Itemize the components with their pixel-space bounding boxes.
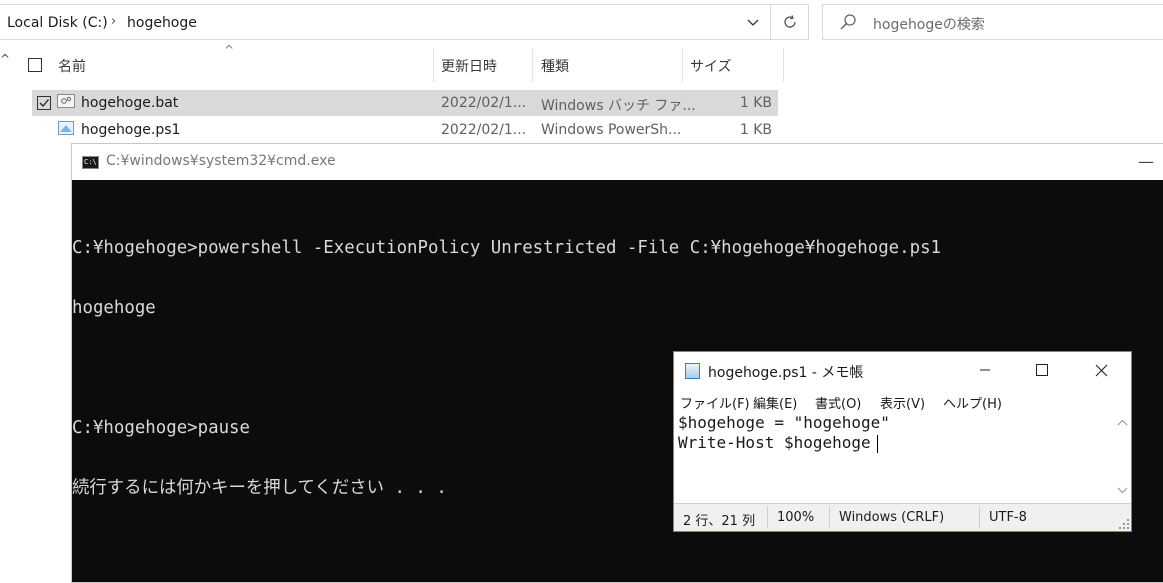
search-input[interactable]: hogehogeの検索	[822, 4, 1163, 40]
breadcrumb-root[interactable]: Local Disk (C:)	[7, 15, 108, 31]
console-line: hogehoge	[72, 298, 156, 318]
file-size: 1 KB	[739, 95, 772, 111]
status-divider	[979, 506, 980, 528]
file-row[interactable]: hogehoge.bat 2022/02/1... Windows バッチ ファ…	[32, 90, 778, 116]
close-button[interactable]	[1072, 352, 1130, 388]
minimize-icon[interactable]: —	[1138, 152, 1154, 171]
menu-file[interactable]: ファイル(F)	[680, 393, 750, 412]
search-icon	[839, 13, 857, 35]
menu-help[interactable]: ヘルプ(H)	[943, 393, 1002, 412]
column-header-size[interactable]: サイズ	[690, 56, 732, 76]
scroll-down-icon[interactable]	[1117, 487, 1128, 494]
minimize-button[interactable]	[956, 352, 1014, 388]
row-checkbox[interactable]	[37, 96, 51, 110]
status-divider	[829, 506, 830, 528]
column-header-row: 名前 更新日時 種類 サイズ	[0, 48, 784, 82]
column-divider[interactable]	[783, 48, 784, 82]
editor-line: $hogehoge = "hogehoge"	[678, 413, 890, 432]
column-header-date[interactable]: 更新日時	[441, 56, 497, 76]
file-date: 2022/02/1...	[441, 122, 527, 138]
status-line-ending: Windows (CRLF)	[839, 510, 945, 525]
maximize-button[interactable]	[1013, 352, 1071, 388]
notepad-text-area[interactable]: $hogehoge = "hogehoge" Write-Host $hogeh…	[674, 413, 1114, 503]
menu-format[interactable]: 書式(O)	[815, 393, 861, 412]
file-row[interactable]: hogehoge.ps1 2022/02/1... Windows PowerS…	[32, 117, 778, 143]
resize-grip-icon[interactable]	[1119, 519, 1129, 529]
breadcrumb-separator-icon[interactable]: ›	[111, 14, 116, 29]
column-divider[interactable]	[532, 48, 533, 82]
status-encoding: UTF-8	[989, 510, 1027, 525]
notepad-icon	[685, 363, 700, 379]
scroll-up-icon[interactable]	[1117, 419, 1128, 426]
cmd-window-title: C:¥windows¥system32¥cmd.exe	[106, 153, 336, 169]
file-date: 2022/02/1...	[441, 95, 527, 111]
status-cursor-position: 2 行、21 列	[683, 514, 756, 529]
status-zoom: 100%	[777, 510, 815, 525]
cmd-icon: C:\	[82, 156, 99, 169]
column-divider[interactable]	[682, 48, 683, 82]
console-line: C:¥hogehoge>powershell -ExecutionPolicy …	[72, 238, 942, 258]
column-header-type[interactable]: 種類	[541, 56, 569, 76]
column-header-name[interactable]: 名前	[58, 56, 86, 76]
address-bar[interactable]: Local Disk (C:) › hogehoge	[0, 4, 809, 40]
chevron-down-icon[interactable]	[739, 10, 767, 36]
text-caret	[877, 435, 878, 453]
refresh-icon	[784, 15, 796, 28]
close-icon	[1095, 364, 1107, 376]
column-divider[interactable]	[433, 48, 434, 82]
select-all-checkbox[interactable]	[28, 58, 42, 72]
menu-edit[interactable]: 編集(E)	[753, 393, 797, 412]
file-name[interactable]: hogehoge.ps1	[81, 122, 180, 138]
notepad-statusbar: 2 行、21 列 100% Windows (CRLF) UTF-8	[674, 503, 1131, 531]
vertical-scrollbar[interactable]	[1114, 413, 1131, 503]
file-type: Windows バッチ ファ...	[541, 98, 696, 114]
file-size: 1 KB	[739, 122, 772, 138]
notepad-title: hogehoge.ps1 - メモ帳	[708, 365, 864, 381]
maximize-icon	[1036, 364, 1048, 376]
file-type: Windows PowerSh...	[541, 122, 682, 138]
editor-line: Write-Host $hogehoge	[678, 433, 871, 452]
search-placeholder: hogehogeの検索	[873, 17, 985, 33]
breadcrumb-folder[interactable]: hogehoge	[127, 15, 197, 31]
file-name[interactable]: hogehoge.bat	[81, 95, 178, 111]
notepad-menubar: ファイル(F) 編集(E) 書式(O) 表示(V) ヘルプ(H)	[674, 391, 1131, 413]
batch-file-icon	[57, 94, 75, 114]
refresh-button[interactable]	[770, 5, 809, 39]
notepad-window[interactable]: hogehoge.ps1 - メモ帳 ファイル(F) 編集(E) 書式(O) 表…	[673, 351, 1132, 532]
minimize-icon	[980, 369, 990, 371]
status-divider	[767, 506, 768, 528]
powershell-script-icon	[58, 121, 74, 141]
cmd-titlebar[interactable]: C:\ C:¥windows¥system32¥cmd.exe —	[72, 144, 1163, 180]
menu-view[interactable]: 表示(V)	[880, 393, 925, 412]
